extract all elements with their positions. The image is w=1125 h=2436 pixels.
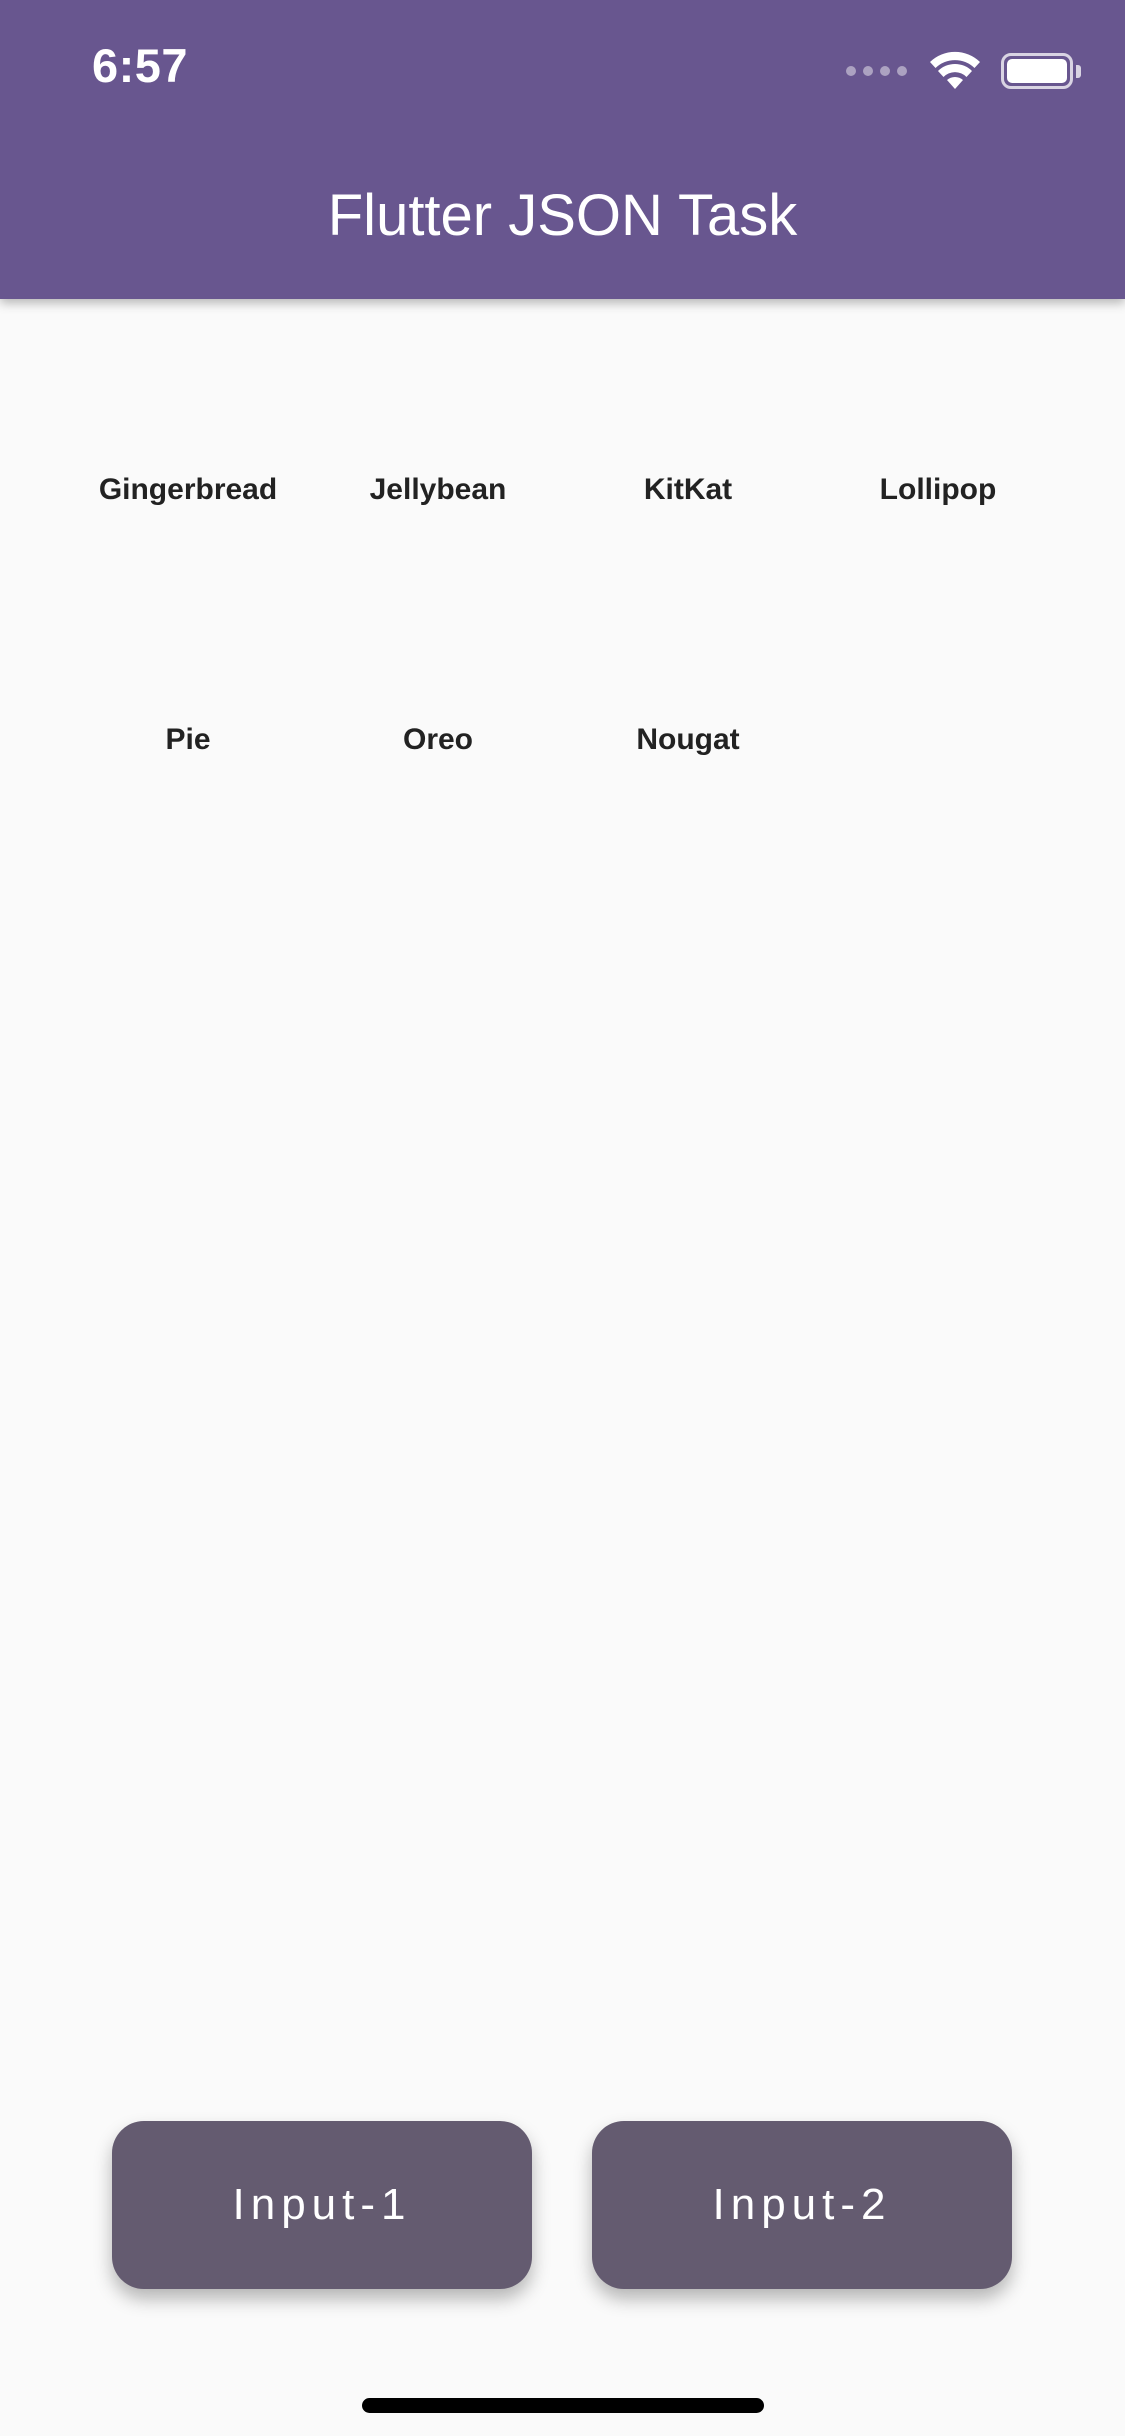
grid-item-gingerbread[interactable]: Gingerbread — [63, 365, 313, 615]
home-indicator[interactable] — [362, 2398, 764, 2413]
wifi-icon — [930, 51, 980, 89]
app-bar: 6:57 Flutter JSON Task — [0, 0, 1125, 299]
battery-tip — [1076, 64, 1081, 78]
grid-item-oreo[interactable]: Oreo — [313, 615, 563, 865]
input-1-button[interactable]: Input-1 — [112, 2121, 532, 2289]
input-2-button[interactable]: Input-2 — [592, 2121, 1012, 2289]
status-icons — [846, 46, 1081, 96]
page-title: Flutter JSON Task — [327, 183, 798, 248]
grid-item-pie[interactable]: Pie — [63, 615, 313, 865]
grid-item-kitkat[interactable]: KitKat — [563, 365, 813, 615]
grid-item-jellybean[interactable]: Jellybean — [313, 365, 563, 615]
version-grid: Gingerbread Jellybean KitKat Lollipop Pi… — [63, 365, 1063, 865]
cellular-signal-icon — [846, 66, 907, 76]
grid-item-nougat[interactable]: Nougat — [563, 615, 813, 865]
status-time: 6:57 — [92, 39, 189, 92]
battery-icon — [1001, 53, 1073, 89]
grid-item-lollipop[interactable]: Lollipop — [813, 365, 1063, 615]
